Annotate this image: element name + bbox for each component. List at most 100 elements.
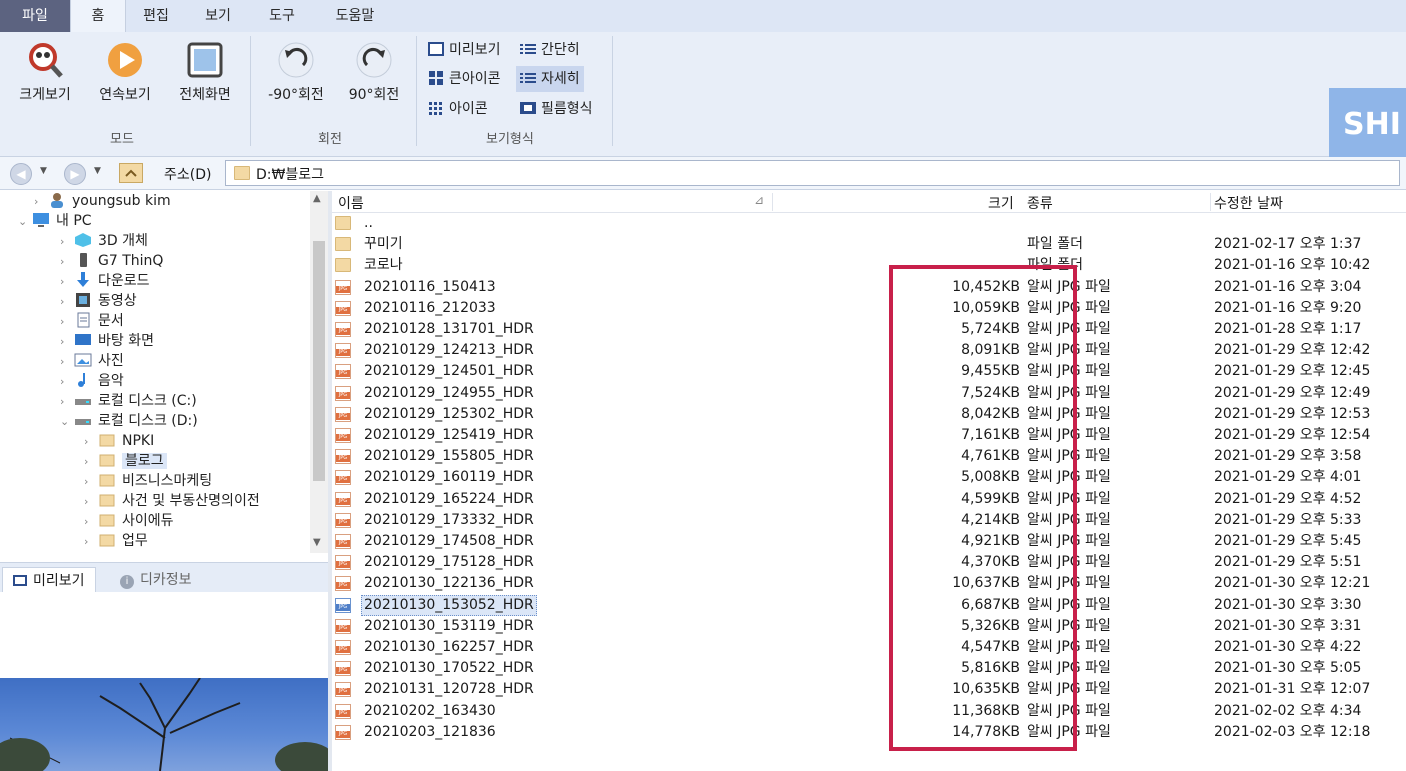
view-preview-button[interactable]: 미리보기 <box>424 37 505 63</box>
tree-item[interactable]: › 사진 <box>60 351 124 371</box>
view-icons-button[interactable]: 아이콘 <box>424 96 492 122</box>
table-row[interactable]: 20210131_120728_HDR 10,635KB 알씨 JPG 파일 2021… <box>332 679 1406 700</box>
table-row[interactable]: 20210129_124213_HDR 8,091KB 알씨 JPG 파일 2021-… <box>332 340 1406 361</box>
tab-file[interactable]: 파일 <box>0 0 70 32</box>
tab-home[interactable]: 홈 <box>70 0 126 32</box>
table-row[interactable]: 꾸미기 파일 폴더 2021-02-17 오후 1:37 <box>332 234 1406 255</box>
chevron-right-icon[interactable]: › <box>84 532 98 552</box>
tree-item[interactable]: › 다운로드 <box>60 271 150 291</box>
table-row[interactable]: 20210129_125302_HDR 8,042KB 알씨 JPG 파일 2021-… <box>332 404 1406 425</box>
table-row[interactable]: .. <box>332 213 1406 234</box>
table-row[interactable]: 코로나 파일 폴더 2021-01-16 오후 10:42 <box>332 255 1406 276</box>
table-row[interactable]: 20210130_170522_HDR 5,816KB 알씨 JPG 파일 2021-… <box>332 658 1406 679</box>
tree-item[interactable]: › 사이에듀 <box>84 511 174 531</box>
table-row[interactable]: 20210129_125419_HDR 7,161KB 알씨 JPG 파일 2021-… <box>332 425 1406 446</box>
chevron-right-icon[interactable]: › <box>60 372 74 392</box>
rotate-right-button[interactable]: 90°회전 <box>338 40 410 104</box>
scrollbar-thumb[interactable] <box>313 241 325 481</box>
tree-item[interactable]: › 음악 <box>60 371 124 391</box>
forward-button[interactable]: ▶ <box>64 163 86 185</box>
table-row[interactable]: 20210116_150413 10,452KB 알씨 JPG 파일 2021-01-… <box>332 277 1406 298</box>
chevron-right-icon[interactable]: › <box>60 332 74 352</box>
column-date[interactable]: 수정한 날짜 <box>1214 193 1283 213</box>
chevron-right-icon[interactable]: › <box>60 312 74 332</box>
tree-item[interactable]: › youngsub kim <box>34 191 171 211</box>
slideshow-button[interactable]: 연속보기 <box>90 40 160 104</box>
chevron-down-icon[interactable]: ⌄ <box>18 212 32 232</box>
forward-dropdown-icon[interactable]: ▼ <box>94 166 101 176</box>
chevron-right-icon[interactable]: › <box>84 432 98 452</box>
chevron-right-icon[interactable]: › <box>84 512 98 532</box>
table-row[interactable]: 20210202_163430 11,368KB 알씨 JPG 파일 2021-02-… <box>332 701 1406 722</box>
chevron-right-icon[interactable]: › <box>34 192 48 212</box>
chevron-right-icon[interactable]: › <box>84 492 98 512</box>
table-row[interactable]: 20210129_173332_HDR 4,214KB 알씨 JPG 파일 2021-… <box>332 510 1406 531</box>
table-row[interactable]: 20210129_155805_HDR 4,761KB 알씨 JPG 파일 2021-… <box>332 446 1406 467</box>
view-details-button[interactable]: 자세히 <box>516 66 584 92</box>
up-folder-button[interactable] <box>119 163 143 183</box>
column-size[interactable]: 크기 <box>988 193 1014 213</box>
tree-scrollbar[interactable]: ▲ ▼ <box>310 191 328 553</box>
scroll-up-icon[interactable]: ▲ <box>313 193 321 204</box>
chevron-right-icon[interactable]: › <box>84 472 98 492</box>
tree-item[interactable]: › 문서 <box>60 311 124 331</box>
chevron-right-icon[interactable]: › <box>60 272 74 292</box>
column-type[interactable]: 종류 <box>1027 193 1053 213</box>
table-row[interactable]: 20210130_153119_HDR 5,326KB 알씨 JPG 파일 2021-… <box>332 616 1406 637</box>
tab-tools[interactable]: 도구 <box>254 0 310 32</box>
table-row[interactable]: 20210129_165224_HDR 4,599KB 알씨 JPG 파일 2021-… <box>332 489 1406 510</box>
column-name[interactable]: 이름 <box>338 193 364 213</box>
table-row[interactable]: 20210116_212033 10,059KB 알씨 JPG 파일 2021-01-… <box>332 298 1406 319</box>
tab-camera-info[interactable]: i 디카정보 <box>110 567 202 593</box>
tree-item[interactable]: ⌄ 로컬 디스크 (D:) <box>60 411 198 431</box>
table-row[interactable]: 20210130_153052_HDR 6,687KB 알씨 JPG 파일 2021-… <box>332 594 1406 616</box>
tree-item[interactable]: › NPKI <box>84 431 154 451</box>
chevron-down-icon[interactable]: ⌄ <box>60 412 74 432</box>
tree-item[interactable]: › 사건 및 부동산명의이전 <box>84 491 260 511</box>
address-field[interactable]: D:₩블로그 <box>225 160 1400 186</box>
tab-view[interactable]: 보기 <box>190 0 246 32</box>
scroll-down-icon[interactable]: ▼ <box>313 537 321 548</box>
tree-item[interactable]: › 동영상 <box>60 291 137 311</box>
tree-item[interactable]: ⌄ 내 PC <box>18 211 92 231</box>
tab-help[interactable]: 도움말 <box>320 0 390 32</box>
drive-icon <box>74 412 92 428</box>
file-date: 2021-01-30 오후 12:21 <box>1214 575 1371 592</box>
chevron-right-icon[interactable]: › <box>60 252 74 272</box>
rotate-left-button[interactable]: -90°회전 <box>260 40 332 104</box>
tree-item[interactable]: › 로컬 디스크 (C:) <box>60 391 197 411</box>
back-dropdown-icon[interactable]: ▼ <box>40 166 47 176</box>
chevron-right-icon[interactable]: › <box>60 232 74 252</box>
phone-icon <box>74 252 92 268</box>
table-row[interactable]: 20210130_162257_HDR 4,547KB 알씨 JPG 파일 2021-… <box>332 637 1406 658</box>
tree-item[interactable]: › 비즈니스마케팅 <box>84 471 212 491</box>
chevron-right-icon[interactable]: › <box>60 392 74 412</box>
chevron-right-icon[interactable]: › <box>60 352 74 372</box>
file-name: 20210129_165224_HDR <box>364 490 534 507</box>
jpg-file-icon <box>335 406 353 422</box>
table-row[interactable]: 20210129_174508_HDR 4,921KB 알씨 JPG 파일 2021-… <box>332 531 1406 552</box>
table-row[interactable]: 20210129_160119_HDR 5,008KB 알씨 JPG 파일 2021-… <box>332 467 1406 488</box>
view-simple-button[interactable]: 간단히 <box>516 37 584 63</box>
fullscreen-button[interactable]: 전체화면 <box>170 40 240 104</box>
tab-edit[interactable]: 편집 <box>128 0 184 32</box>
chevron-right-icon[interactable]: › <box>60 292 74 312</box>
view-large-icons-button[interactable]: 큰아이콘 <box>424 66 505 92</box>
enlarge-view-button[interactable]: 크게보기 <box>10 40 80 104</box>
table-row[interactable]: 20210129_124955_HDR 7,524KB 알씨 JPG 파일 2021-… <box>332 383 1406 404</box>
back-button[interactable]: ◀ <box>10 163 32 185</box>
chevron-right-icon[interactable]: › <box>84 452 98 472</box>
table-row[interactable]: 20210129_124501_HDR 9,455KB 알씨 JPG 파일 2021-… <box>332 361 1406 382</box>
tab-preview[interactable]: 미리보기 <box>2 567 96 593</box>
file-date: 2021-01-30 오후 3:30 <box>1214 596 1362 613</box>
tree-item[interactable]: › 3D 개체 <box>60 231 148 251</box>
tree-item[interactable]: › 바탕 화면 <box>60 331 154 351</box>
table-row[interactable]: 20210130_122136_HDR 10,637KB 알씨 JPG 파일 2021… <box>332 573 1406 594</box>
tree-item[interactable]: › 업무 <box>84 531 148 551</box>
view-filmstrip-button[interactable]: 필름형식 <box>516 96 597 122</box>
table-row[interactable]: 20210203_121836 14,778KB 알씨 JPG 파일 2021-02-… <box>332 722 1406 743</box>
tree-item[interactable]: › G7 ThinQ <box>60 251 163 271</box>
tree-item[interactable]: › 블로그 <box>84 451 167 471</box>
table-row[interactable]: 20210129_175128_HDR 4,370KB 알씨 JPG 파일 2021-… <box>332 552 1406 573</box>
table-row[interactable]: 20210128_131701_HDR 5,724KB 알씨 JPG 파일 2021-… <box>332 319 1406 340</box>
